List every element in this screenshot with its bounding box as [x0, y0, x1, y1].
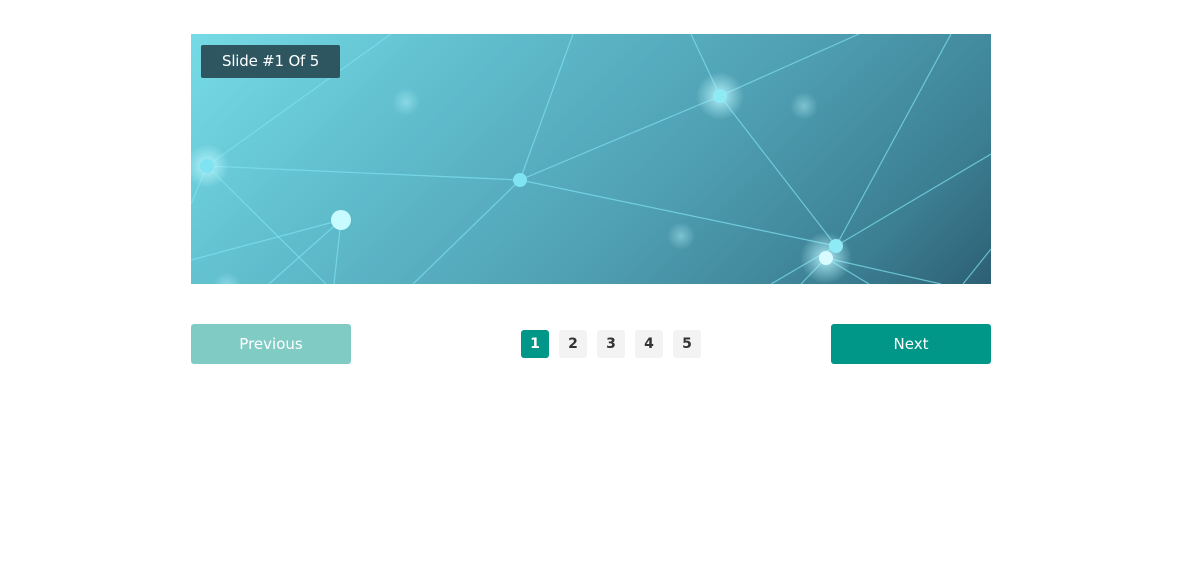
- next-button[interactable]: Next: [831, 324, 991, 364]
- image-slider: Slide #1 Of 5: [191, 34, 991, 284]
- page-button-3[interactable]: 3: [597, 330, 625, 358]
- page-button-5[interactable]: 5: [673, 330, 701, 358]
- page-button-2[interactable]: 2: [559, 330, 587, 358]
- previous-button[interactable]: Previous: [191, 324, 351, 364]
- pagination: 1 2 3 4 5: [521, 330, 701, 358]
- page-button-4[interactable]: 4: [635, 330, 663, 358]
- slider-controls: Previous 1 2 3 4 5 Next: [191, 324, 991, 364]
- page-button-1[interactable]: 1: [521, 330, 549, 358]
- slide-counter-badge: Slide #1 Of 5: [201, 45, 341, 78]
